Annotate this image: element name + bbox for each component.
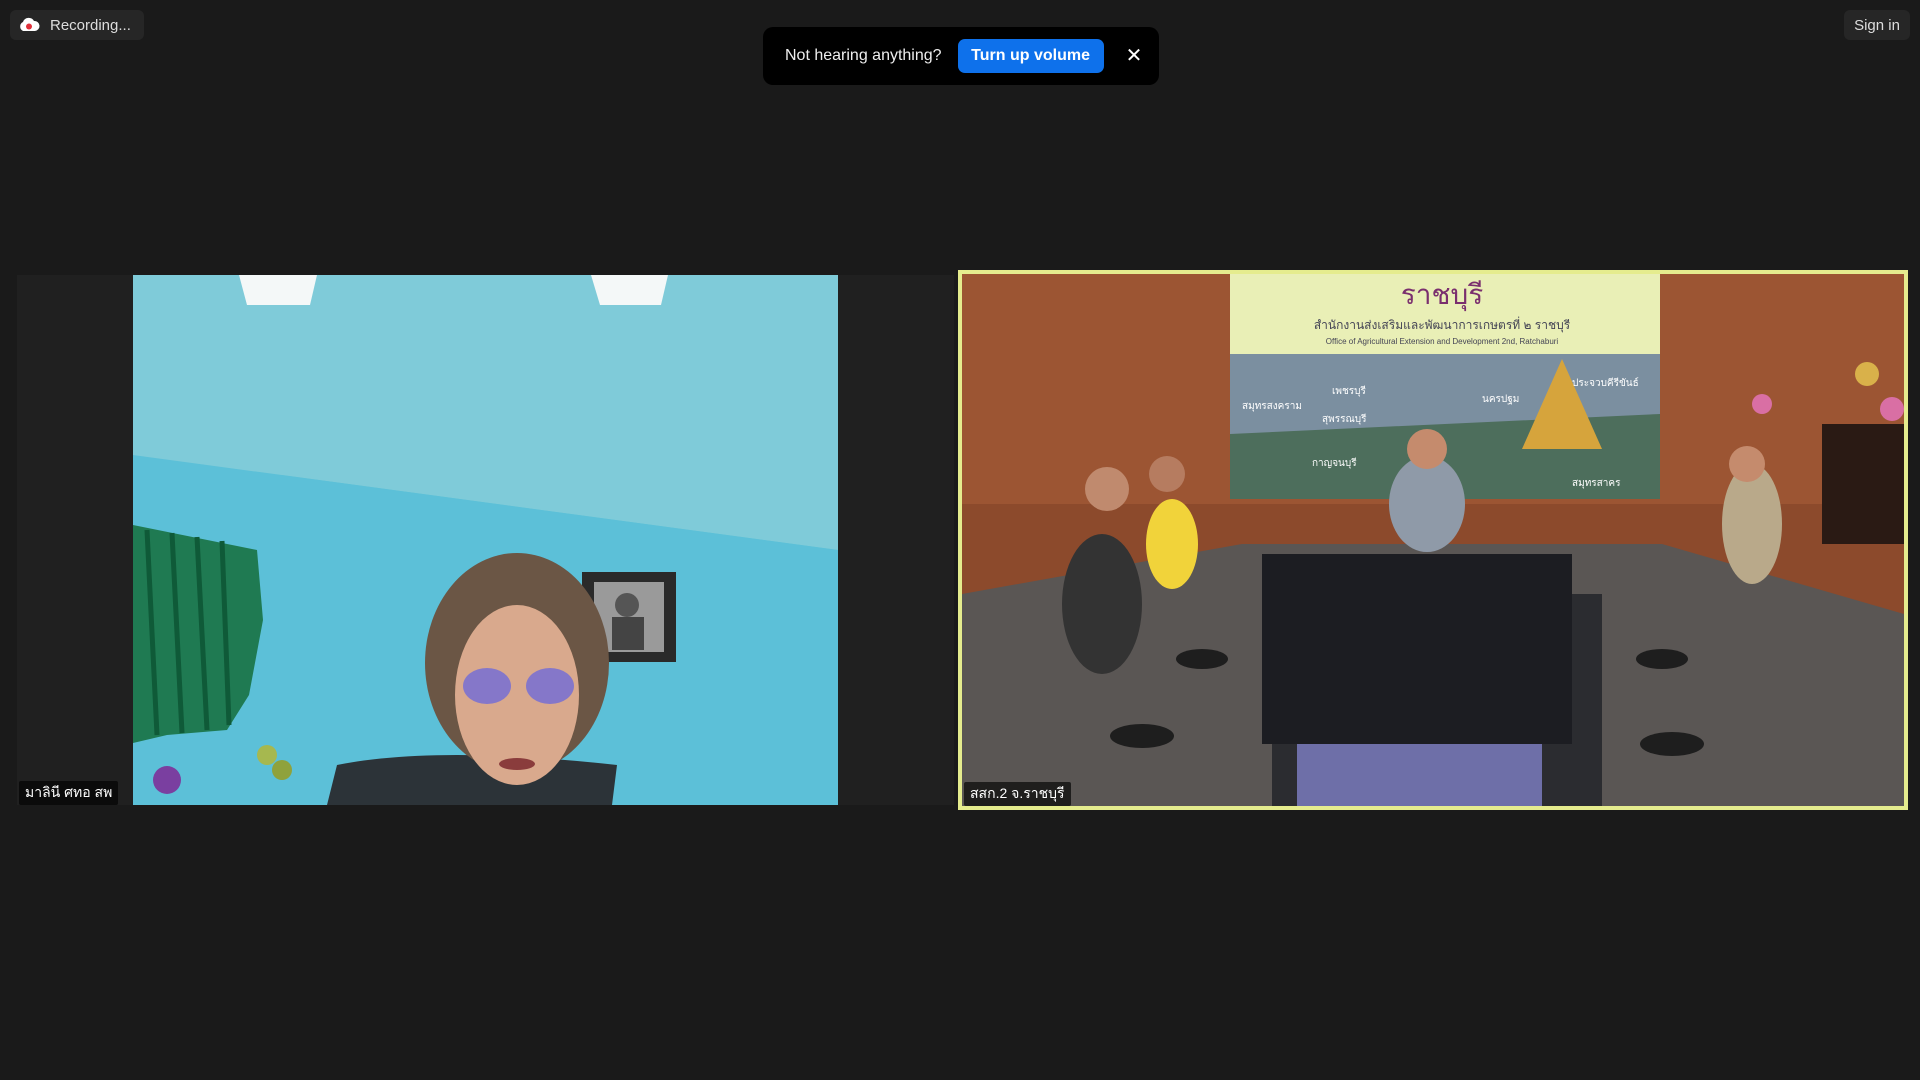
participant-tile-1[interactable]: มาลินี ศทอ สพ xyxy=(17,275,954,805)
close-icon[interactable]: ✕ xyxy=(1126,46,1143,66)
banner-province-4: นครปฐม xyxy=(1482,394,1519,405)
participant-video-1 xyxy=(17,275,954,805)
banner-province-5: ประจวบคีรีขันธ์ xyxy=(1572,377,1639,389)
banner-title: ราชบุรี xyxy=(1401,279,1484,312)
sign-in-button[interactable]: Sign in xyxy=(1844,10,1910,40)
cloud-record-icon xyxy=(18,17,40,33)
audio-toast: Not hearing anything? Turn up volume ✕ xyxy=(763,27,1159,85)
participant-tile-2[interactable]: ราชบุรี สำนักงานส่งเสริมและพัฒนาการเกษตร… xyxy=(958,270,1908,810)
recording-label: Recording... xyxy=(50,16,131,34)
participant-video-2: ราชบุรี สำนักงานส่งเสริมและพัฒนาการเกษตร… xyxy=(962,274,1904,806)
banner-subtitle-th: สำนักงานส่งเสริมและพัฒนาการเกษตรที่ ๒ รา… xyxy=(1314,316,1571,333)
recording-indicator[interactable]: Recording... xyxy=(10,10,144,40)
banner-province-6: กาญจนบุรี xyxy=(1312,457,1357,469)
banner-province-1: เพชรบุรี xyxy=(1332,385,1367,397)
participant-name-label: มาลินี ศทอ สพ xyxy=(19,781,119,805)
banner-province-2: สมุทรสงคราม xyxy=(1242,401,1302,412)
turn-up-volume-button[interactable]: Turn up volume xyxy=(957,39,1104,73)
toast-message: Not hearing anything? xyxy=(785,47,942,64)
participant-name-label: สสก.2 จ.ราชบุรี xyxy=(964,782,1071,806)
banner-subtitle-en: Office of Agricultural Extension and Dev… xyxy=(1326,337,1559,346)
banner-province-7: สมุทรสาคร xyxy=(1572,478,1621,489)
banner-province-3: สุพรรณบุรี xyxy=(1322,413,1367,425)
